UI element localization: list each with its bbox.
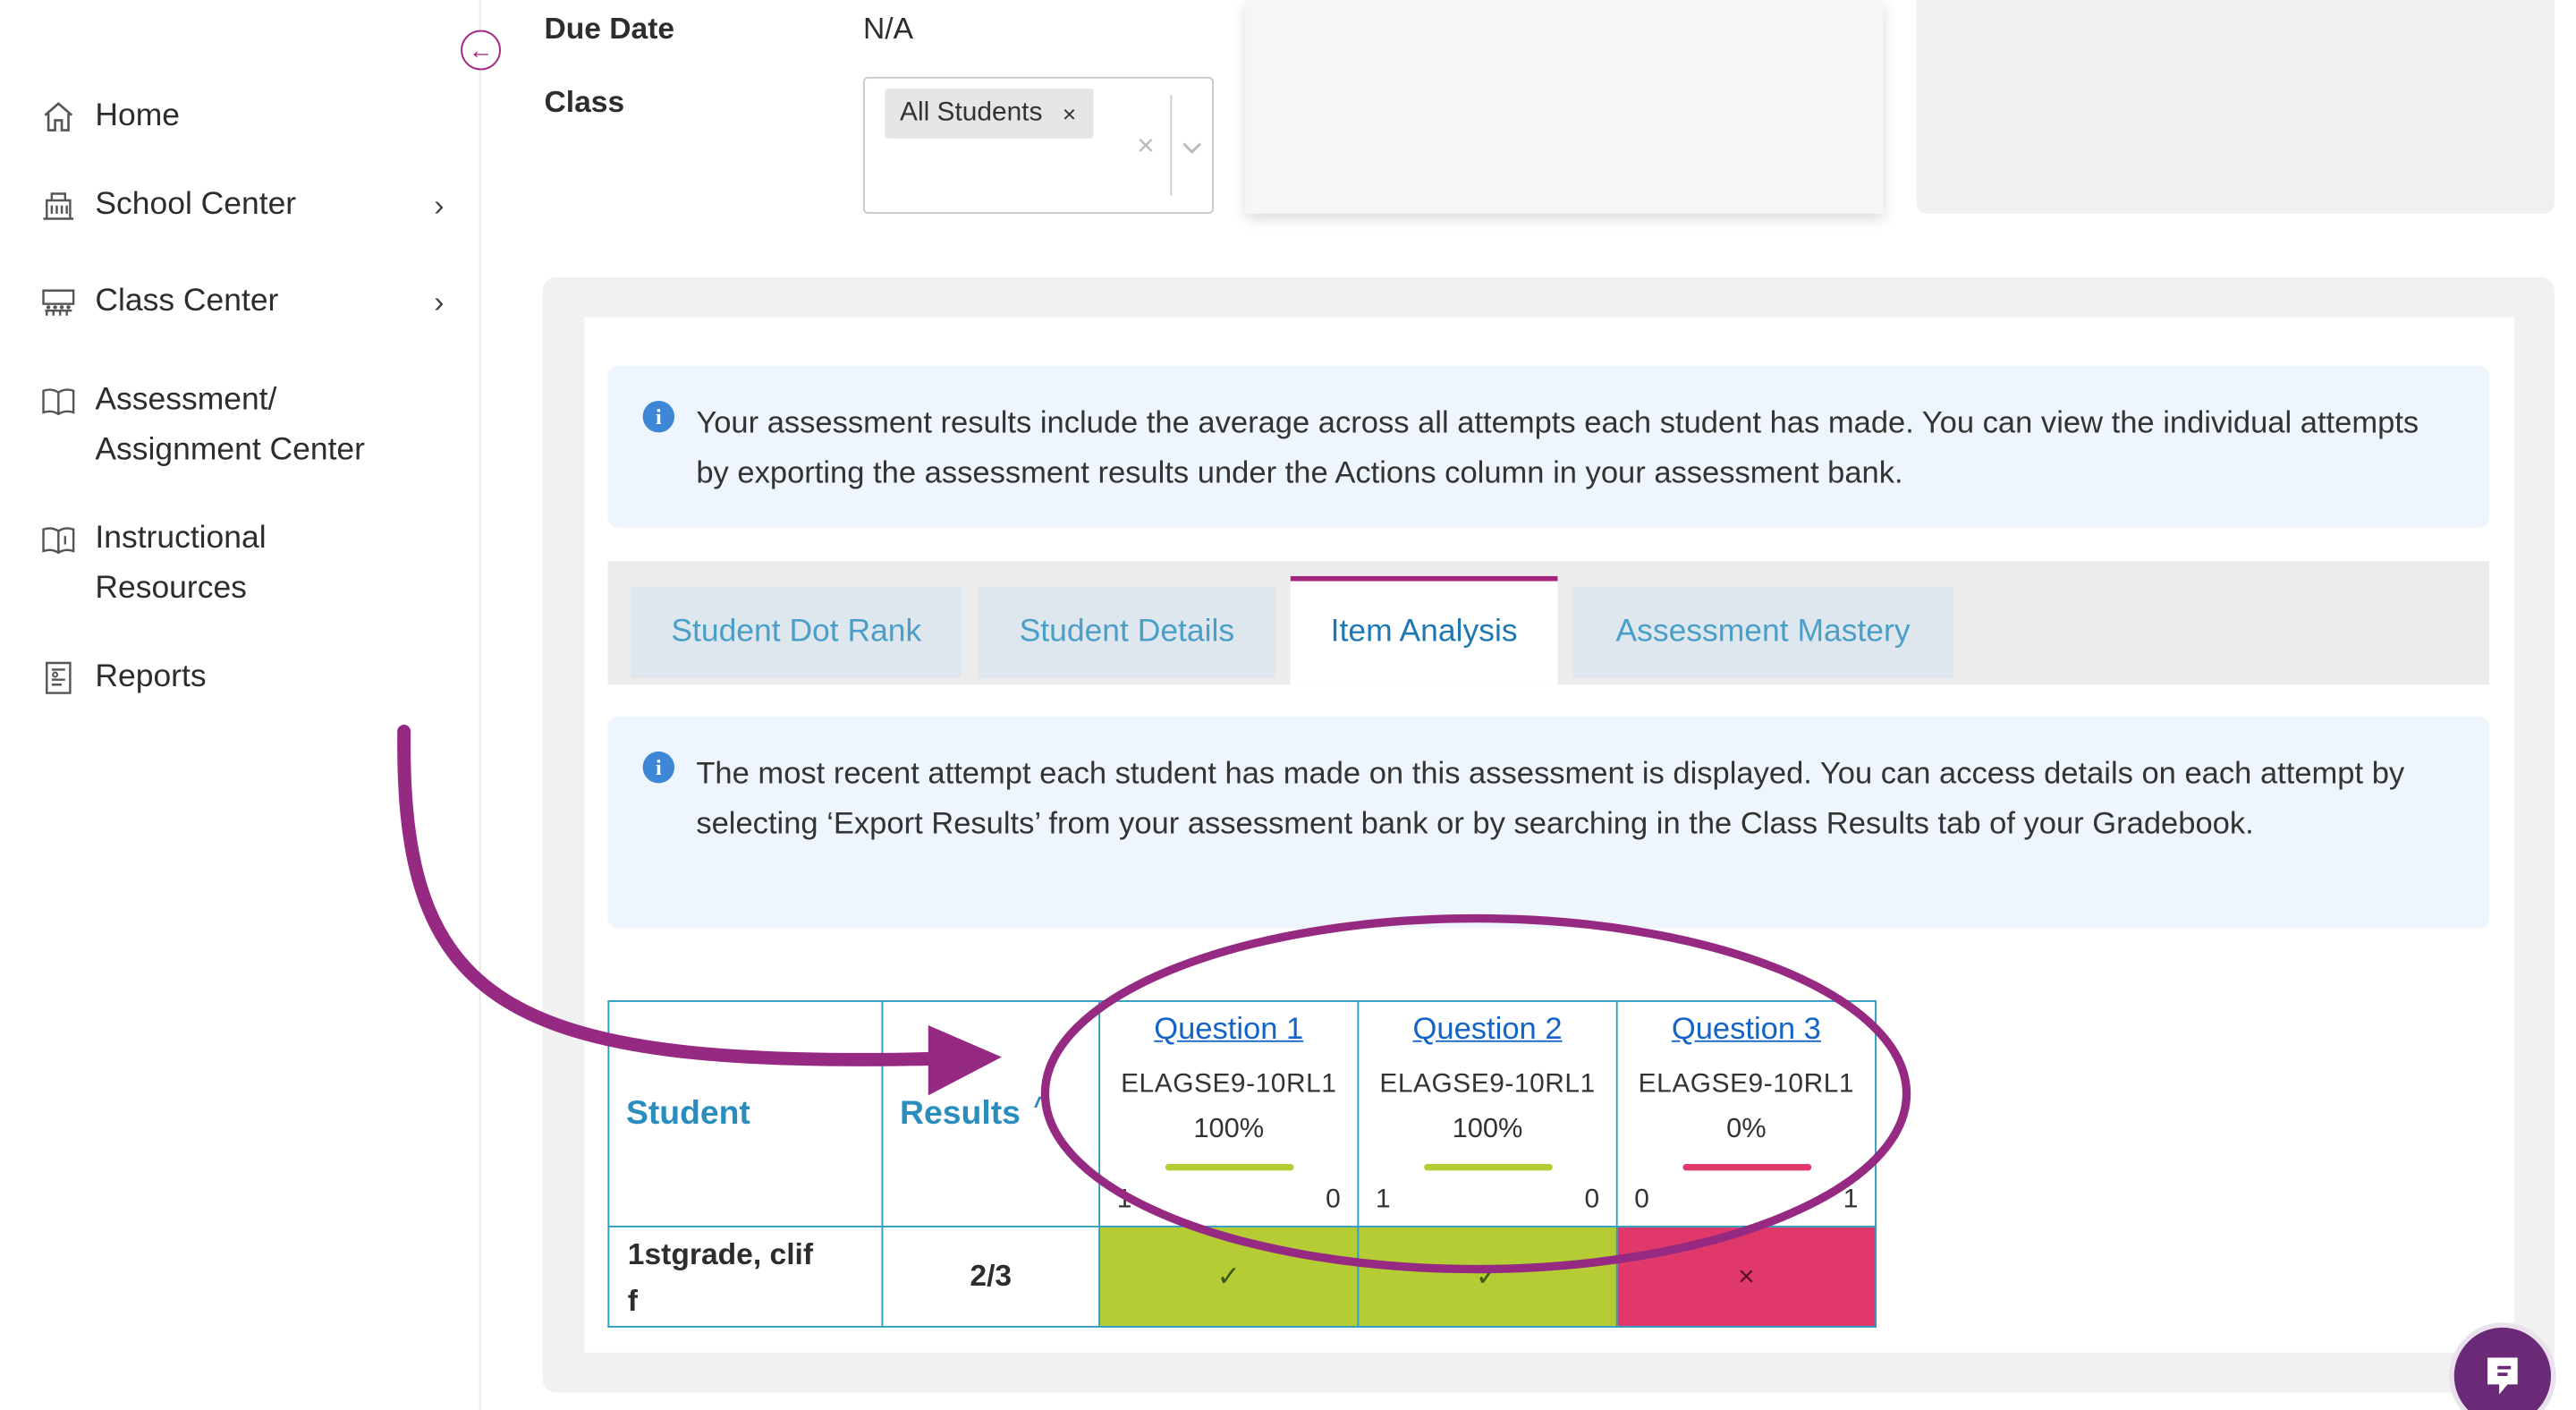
sidebar-item-instructional-resources[interactable]: Instructional Resources bbox=[40, 514, 458, 615]
percent-underline bbox=[1424, 1163, 1553, 1171]
sidebar-item-class-center[interactable]: Class Center › bbox=[40, 277, 458, 327]
class-label: Class bbox=[544, 85, 625, 119]
incorrect-count: 1 bbox=[1843, 1185, 1859, 1214]
student-column-header[interactable]: Student bbox=[607, 1000, 884, 1227]
chevron-right-icon: › bbox=[434, 188, 445, 223]
question-header-3: Question 3 ELAGSE9-10RL1 0% 0 1 bbox=[1615, 1000, 1877, 1227]
arrow-left-icon: ← bbox=[468, 36, 494, 64]
sidebar-item-label: Class Center bbox=[95, 284, 279, 319]
info-text: The most recent attempt each student has… bbox=[696, 754, 2405, 839]
question-percent: 0% bbox=[1726, 1113, 1767, 1144]
incorrect-count: 0 bbox=[1326, 1185, 1341, 1214]
incorrect-count: 0 bbox=[1584, 1185, 1600, 1214]
info-icon: i bbox=[642, 400, 675, 433]
sidebar-item-label: Assessment/ bbox=[95, 382, 277, 418]
sort-asc-icon[interactable]: ^ bbox=[1033, 1092, 1047, 1121]
table-header-row: Student Results ^ Question 1 ELAGSE9-10R… bbox=[607, 1000, 1877, 1227]
percent-underline bbox=[1682, 1163, 1812, 1171]
chat-help-icon bbox=[2487, 1357, 2518, 1395]
question-percent: 100% bbox=[1193, 1113, 1265, 1144]
sidebar-item-home[interactable]: Home bbox=[40, 92, 458, 142]
question-link[interactable]: Question 2 bbox=[1359, 1010, 1615, 1047]
school-icon bbox=[43, 192, 74, 220]
sidebar-item-assessment-center[interactable]: Assessment/ Assignment Center bbox=[40, 376, 458, 476]
checkmark-icon: ✓ bbox=[1216, 1260, 1241, 1292]
answer-cell-correct[interactable]: ✓ bbox=[1098, 1226, 1360, 1328]
sidebar-item-label: Home bbox=[95, 98, 180, 134]
chevron-down-icon[interactable] bbox=[1181, 135, 1204, 158]
item-analysis-table: Student Results ^ Question 1 ELAGSE9-10R… bbox=[607, 1000, 1877, 1328]
class-select[interactable]: All Students × × bbox=[862, 76, 1214, 214]
cross-icon: × bbox=[1738, 1260, 1755, 1292]
home-icon bbox=[44, 101, 73, 132]
question-link[interactable]: Question 1 bbox=[1100, 1010, 1357, 1047]
checkmark-icon: ✓ bbox=[1475, 1260, 1500, 1292]
question-header-1: Question 1 ELAGSE9-10RL1 100% 1 0 bbox=[1098, 1000, 1360, 1227]
report-icon bbox=[46, 661, 72, 694]
select-divider bbox=[1170, 95, 1173, 196]
tab-student-dot-rank[interactable]: Student Dot Rank bbox=[631, 586, 962, 678]
summary-card-secondary bbox=[1916, 0, 2555, 214]
collapse-sidebar-button[interactable]: ← bbox=[461, 30, 501, 71]
chip-remove-icon[interactable]: × bbox=[1063, 100, 1076, 127]
table-row: 1stgrade, clif f 2/3 ✓ ✓ × bbox=[607, 1226, 1877, 1328]
tab-item-analysis[interactable]: Item Analysis bbox=[1290, 575, 1558, 685]
info-icon: i bbox=[642, 751, 675, 784]
results-column-header[interactable]: Results ^ bbox=[881, 1000, 1101, 1227]
book-info-icon bbox=[42, 527, 75, 555]
results-header-label: Results bbox=[900, 1094, 1021, 1132]
class-chip-label: All Students bbox=[900, 98, 1043, 127]
student-name-line2: f bbox=[627, 1283, 639, 1317]
sidebar-item-label: Instructional bbox=[95, 521, 267, 556]
question-standard: ELAGSE9-10RL1 bbox=[1121, 1070, 1337, 1100]
question-standard: ELAGSE9-10RL1 bbox=[1379, 1070, 1596, 1100]
info-box-results: i Your assessment results include the av… bbox=[607, 365, 2489, 528]
sidebar-item-label-line2: Resources bbox=[95, 571, 247, 607]
results-cell: 2/3 bbox=[881, 1226, 1101, 1328]
open-book-icon bbox=[42, 388, 75, 416]
question-header-2: Question 2 ELAGSE9-10RL1 100% 1 0 bbox=[1357, 1000, 1618, 1227]
info-box-recent-attempt: i The most recent attempt each student h… bbox=[607, 716, 2489, 929]
correct-count: 0 bbox=[1634, 1185, 1649, 1214]
sidebar-item-reports[interactable]: Reports bbox=[40, 653, 458, 703]
student-name-cell: 1stgrade, clif f bbox=[607, 1226, 884, 1328]
class-chip: All Students × bbox=[885, 88, 1093, 139]
question-percent: 100% bbox=[1452, 1113, 1523, 1144]
sidebar-item-school-center[interactable]: School Center › bbox=[40, 181, 458, 231]
student-name: 1stgrade, clif bbox=[627, 1236, 814, 1270]
sidebar-item-label: Reports bbox=[95, 659, 207, 695]
info-text: Your assessment results include the aver… bbox=[696, 403, 2419, 488]
question-link[interactable]: Question 3 bbox=[1618, 1010, 1875, 1047]
clear-icon[interactable]: × bbox=[1137, 129, 1155, 164]
answer-cell-incorrect[interactable]: × bbox=[1615, 1226, 1877, 1328]
percent-underline bbox=[1165, 1163, 1294, 1171]
due-date-value: N/A bbox=[862, 12, 914, 46]
correct-count: 1 bbox=[1375, 1185, 1391, 1214]
due-date-label: Due Date bbox=[544, 12, 675, 46]
correct-count: 1 bbox=[1116, 1185, 1132, 1214]
question-standard: ELAGSE9-10RL1 bbox=[1638, 1070, 1855, 1100]
sidebar-item-label: School Center bbox=[95, 187, 297, 223]
tab-student-details[interactable]: Student Details bbox=[978, 586, 1276, 678]
chevron-right-icon: › bbox=[434, 285, 445, 319]
classroom-icon bbox=[42, 289, 75, 316]
summary-card bbox=[1245, 0, 1884, 214]
tab-assessment-mastery[interactable]: Assessment Mastery bbox=[1572, 586, 1953, 678]
answer-cell-correct[interactable]: ✓ bbox=[1357, 1226, 1618, 1328]
sidebar-item-label-line2: Assignment Center bbox=[95, 432, 365, 468]
sidebar: Home School Center › Class Center › Asse… bbox=[0, 0, 481, 1410]
